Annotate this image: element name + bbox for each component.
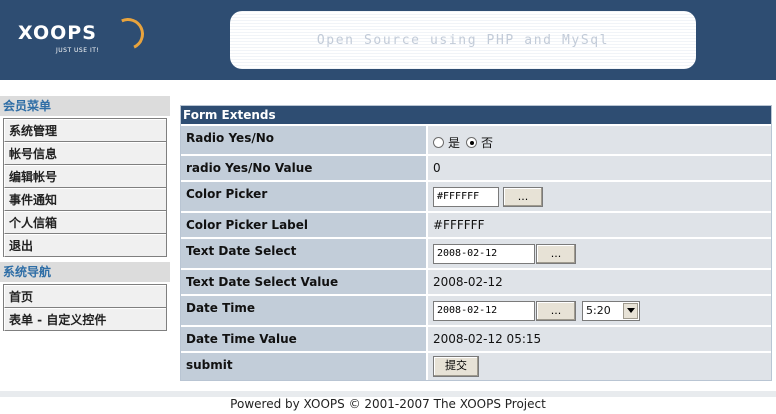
- logo-text: XOOPS: [18, 22, 97, 44]
- label-text-date-select: Text Date Select: [181, 239, 428, 268]
- row-date-time: Date Time 2008-02-12 ... 5:20: [181, 294, 771, 325]
- color-picker-button[interactable]: ...: [503, 186, 543, 207]
- footer-project-link[interactable]: The XOOPS Project: [434, 397, 546, 411]
- radio-no[interactable]: [466, 136, 478, 148]
- chevron-down-icon[interactable]: [623, 302, 638, 319]
- radio-yes[interactable]: [433, 136, 444, 148]
- nav-menu-title: 系统导航: [0, 262, 170, 282]
- header-spacer: [0, 80, 776, 94]
- menu-item-edit-account[interactable]: 编辑帐号: [4, 165, 166, 188]
- time-select-value: 5:20: [586, 304, 611, 317]
- radio-no-label: 否: [481, 135, 494, 150]
- slogan-banner: Open Source using PHP and MySql: [230, 11, 696, 69]
- logo-tagline: JUST USE IT!: [56, 47, 100, 54]
- menu-item-system-admin[interactable]: 系统管理: [4, 119, 166, 142]
- value-radio-value: 0: [428, 156, 771, 180]
- value-text-date-select: 2008-02-12 ...: [428, 239, 771, 268]
- member-menu: 系统管理 帐号信息 编辑帐号 事件通知 个人信箱 退出: [3, 118, 167, 257]
- label-date-time: Date Time: [181, 296, 428, 325]
- date-select-button[interactable]: ...: [536, 243, 576, 264]
- datetime-date-button[interactable]: ...: [536, 300, 576, 321]
- logo-arc-icon: [107, 13, 149, 55]
- label-color-label: Color Picker Label: [181, 213, 428, 237]
- footer-brand-link[interactable]: XOOPS: [304, 397, 345, 411]
- value-color-label: #FFFFFF: [428, 213, 771, 237]
- label-color-picker: Color Picker: [181, 182, 428, 211]
- xoops-logo[interactable]: XOOPS JUST USE IT!: [18, 13, 149, 58]
- value-submit: 提交: [428, 353, 771, 380]
- value-date-time: 2008-02-12 ... 5:20: [428, 296, 771, 325]
- menu-item-account-info[interactable]: 帐号信息: [4, 142, 166, 165]
- label-radio-value: radio Yes/No Value: [181, 156, 428, 180]
- label-submit: submit: [181, 353, 428, 380]
- label-datetime-value: Date Time Value: [181, 327, 428, 351]
- radio-group: 是 否: [433, 134, 493, 151]
- menu-item-notifications[interactable]: 事件通知: [4, 188, 166, 211]
- row-radio-yes-no: Radio Yes/No 是 否: [181, 124, 771, 154]
- color-input[interactable]: #FFFFFF: [433, 186, 499, 207]
- label-date-value: Text Date Select Value: [181, 270, 428, 294]
- radio-yes-label: 是: [448, 135, 461, 150]
- menu-item-form-custom-controls[interactable]: 表单 - 自定义控件: [4, 308, 166, 331]
- value-radio-yes-no: 是 否: [428, 126, 771, 154]
- label-radio-yes-no: Radio Yes/No: [181, 126, 428, 154]
- datetime-date-input[interactable]: 2008-02-12: [433, 300, 535, 321]
- value-color-picker: #FFFFFF ...: [428, 182, 771, 211]
- row-datetime-value: Date Time Value 2008-02-12 05:15: [181, 325, 771, 351]
- footer-copyright: © 2001-2007: [344, 397, 434, 411]
- row-radio-value: radio Yes/No Value 0: [181, 154, 771, 180]
- row-date-value: Text Date Select Value 2008-02-12: [181, 268, 771, 294]
- form-extends: Form Extends Radio Yes/No 是 否 radio Yes/…: [180, 105, 772, 381]
- row-color-label: Color Picker Label #FFFFFF: [181, 211, 771, 237]
- row-color-picker: Color Picker #FFFFFF ...: [181, 180, 771, 211]
- row-submit: submit 提交: [181, 351, 771, 380]
- member-menu-title: 会员菜单: [0, 96, 170, 116]
- submit-button[interactable]: 提交: [433, 356, 479, 377]
- slogan-text: Open Source using PHP and MySql: [316, 32, 610, 48]
- nav-menu: 首页 表单 - 自定义控件: [3, 284, 167, 331]
- menu-item-inbox[interactable]: 个人信箱: [4, 211, 166, 234]
- footer-prefix: Powered by: [230, 397, 304, 411]
- menu-item-logout[interactable]: 退出: [4, 234, 166, 257]
- value-datetime-value: 2008-02-12 05:15: [428, 327, 771, 351]
- row-text-date-select: Text Date Select 2008-02-12 ...: [181, 237, 771, 268]
- time-select[interactable]: 5:20: [582, 300, 640, 321]
- value-date-value: 2008-02-12: [428, 270, 771, 294]
- date-input[interactable]: 2008-02-12: [433, 243, 535, 264]
- sidebar: 会员菜单 系统管理 帐号信息 编辑帐号 事件通知 个人信箱 退出 系统导航 首页…: [0, 96, 170, 331]
- form-title: Form Extends: [181, 106, 771, 124]
- site-header: XOOPS JUST USE IT! Open Source using PHP…: [0, 0, 776, 80]
- site-footer: Powered by XOOPS © 2001-2007 The XOOPS P…: [0, 397, 776, 414]
- menu-item-home[interactable]: 首页: [4, 285, 166, 308]
